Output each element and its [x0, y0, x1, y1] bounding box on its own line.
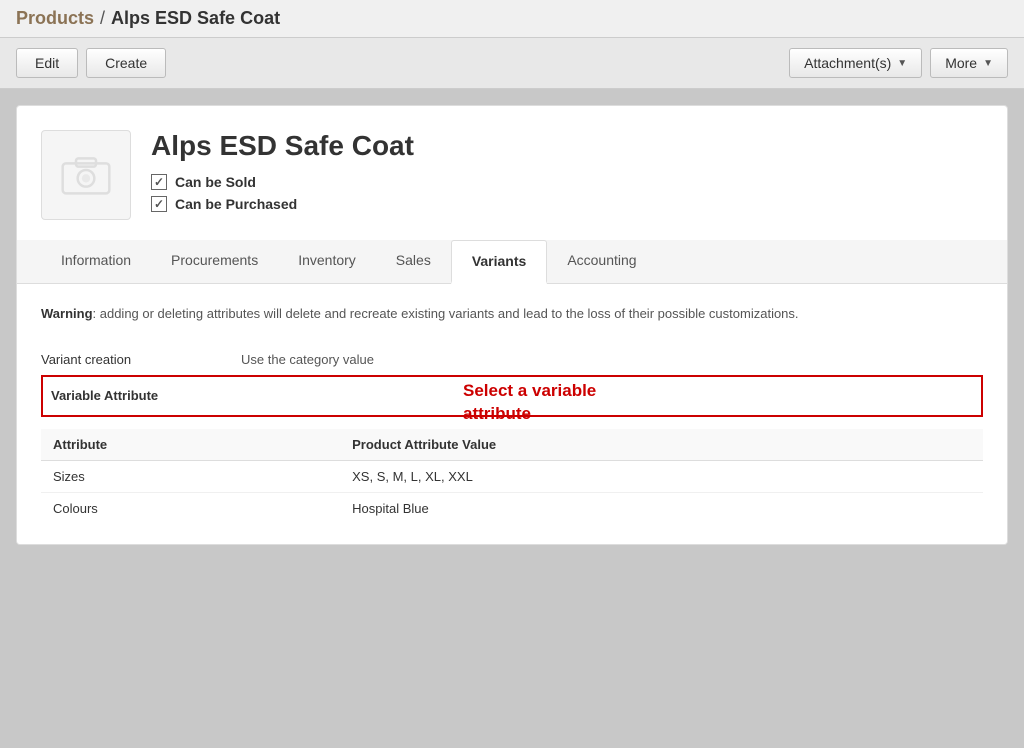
col-value: Product Attribute Value: [340, 429, 983, 461]
product-card: Alps ESD Safe Coat ✓ Can be Sold ✓ Can b…: [16, 105, 1008, 545]
breadcrumb-bar: Products / Alps ESD Safe Coat: [0, 0, 1024, 38]
attachments-dropdown-arrow: ▼: [897, 58, 907, 69]
variant-creation-value: Use the category value: [241, 352, 983, 367]
product-image: [41, 130, 131, 220]
more-label: More: [945, 55, 977, 71]
variable-attribute-input[interactable]: [241, 383, 973, 409]
tab-inventory[interactable]: Inventory: [278, 240, 376, 283]
warning-box: Warning: adding or deleting attributes w…: [41, 304, 983, 324]
can-be-purchased-checkbox[interactable]: ✓: [151, 196, 167, 212]
product-info: Alps ESD Safe Coat ✓ Can be Sold ✓ Can b…: [151, 130, 983, 218]
attachments-label: Attachment(s): [804, 55, 891, 71]
more-button[interactable]: More ▼: [930, 48, 1008, 78]
table-row: ColoursHospital Blue: [41, 492, 983, 524]
can-be-sold-label: Can be Sold: [175, 174, 256, 190]
variant-creation-row: Variant creation Use the category value: [41, 344, 983, 375]
can-be-purchased-row: ✓ Can be Purchased: [151, 196, 983, 212]
attr-name: Sizes: [41, 460, 340, 492]
breadcrumb-separator: /: [100, 8, 105, 29]
warning-label: Warning: [41, 306, 93, 321]
checkmark-purchased: ✓: [154, 198, 164, 210]
variable-attribute-label: Variable Attribute: [51, 388, 241, 403]
warning-text: : adding or deleting attributes will del…: [93, 306, 799, 321]
tab-variants[interactable]: Variants: [451, 240, 547, 284]
attr-value: XS, S, M, L, XL, XXL: [340, 460, 983, 492]
camera-icon: [61, 155, 111, 195]
attachments-button[interactable]: Attachment(s) ▼: [789, 48, 922, 78]
more-dropdown-arrow: ▼: [983, 58, 993, 69]
tab-sales[interactable]: Sales: [376, 240, 451, 283]
checkmark-sold: ✓: [154, 176, 164, 188]
can-be-sold-checkbox[interactable]: ✓: [151, 174, 167, 190]
tab-content-variants: Warning: adding or deleting attributes w…: [17, 284, 1007, 544]
content-area: Alps ESD Safe Coat ✓ Can be Sold ✓ Can b…: [0, 89, 1024, 727]
attr-name: Colours: [41, 492, 340, 524]
attr-table-header: Attribute Product Attribute Value: [41, 429, 983, 461]
toolbar: Edit Create Attachment(s) ▼ More ▼: [0, 38, 1024, 89]
can-be-purchased-label: Can be Purchased: [175, 196, 297, 212]
product-header: Alps ESD Safe Coat ✓ Can be Sold ✓ Can b…: [17, 106, 1007, 240]
tab-accounting[interactable]: Accounting: [547, 240, 656, 283]
breadcrumb-products-link[interactable]: Products: [16, 8, 94, 29]
table-row: SizesXS, S, M, L, XL, XXL: [41, 460, 983, 492]
create-button[interactable]: Create: [86, 48, 166, 78]
select-attribute-hint: Select a variableattribute: [463, 379, 596, 427]
variable-attribute-row: Variable Attribute Select a variableattr…: [41, 375, 983, 417]
toolbar-right: Attachment(s) ▼ More ▼: [789, 48, 1008, 78]
breadcrumb: Products / Alps ESD Safe Coat: [16, 8, 280, 29]
tab-procurements[interactable]: Procurements: [151, 240, 278, 283]
tab-information[interactable]: Information: [41, 240, 151, 283]
attribute-table: Attribute Product Attribute Value SizesX…: [41, 429, 983, 524]
edit-button[interactable]: Edit: [16, 48, 78, 78]
product-name: Alps ESD Safe Coat: [151, 130, 983, 162]
col-attribute: Attribute: [41, 429, 340, 461]
variant-creation-label: Variant creation: [41, 352, 241, 367]
tabs-bar: Information Procurements Inventory Sales…: [17, 240, 1007, 284]
attr-value: Hospital Blue: [340, 492, 983, 524]
can-be-sold-row: ✓ Can be Sold: [151, 174, 983, 190]
breadcrumb-current: Alps ESD Safe Coat: [111, 8, 280, 29]
